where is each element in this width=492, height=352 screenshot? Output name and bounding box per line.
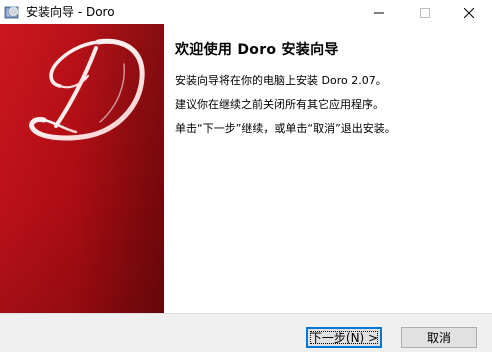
title-bar[interactable]: 安装向导 - Doro: [0, 0, 492, 24]
installer-cd-icon: [4, 4, 20, 20]
close-button[interactable]: [446, 0, 492, 24]
close-icon: [463, 3, 475, 22]
wizard-banner: [0, 24, 164, 313]
welcome-panel: 欢迎使用 Doro 安装向导 安装向导将在你的电脑上安装 Doro 2.07。 …: [164, 24, 492, 313]
installer-window: 安装向导 - Doro 欢迎使用 Doro 安装向导 安装向导将在你的电脑上安装…: [0, 0, 492, 352]
advice-text: 建议你在继续之前关闭所有其它应用程序。: [175, 98, 384, 111]
cancel-button-label: 取消: [426, 331, 451, 345]
minimize-icon: [374, 3, 384, 22]
cancel-button[interactable]: 取消: [401, 327, 477, 348]
page-title: 欢迎使用 Doro 安装向导: [175, 42, 339, 58]
intro-text: 安装向导将在你的电脑上安装 Doro 2.07。: [175, 74, 387, 87]
button-bar: 下一步(N) > 取消: [0, 313, 492, 352]
doro-logo: [29, 38, 145, 141]
next-button[interactable]: 下一步(N) >: [306, 327, 382, 348]
focus-rectangle: [310, 331, 378, 344]
maximize-button: [402, 0, 448, 24]
instruction-text: 单击“下一步”继续，或单击“取消”退出安装。: [175, 122, 396, 135]
window-title: 安装向导 - Doro: [26, 5, 115, 19]
minimize-button[interactable]: [356, 0, 402, 24]
maximize-icon: [420, 3, 430, 22]
